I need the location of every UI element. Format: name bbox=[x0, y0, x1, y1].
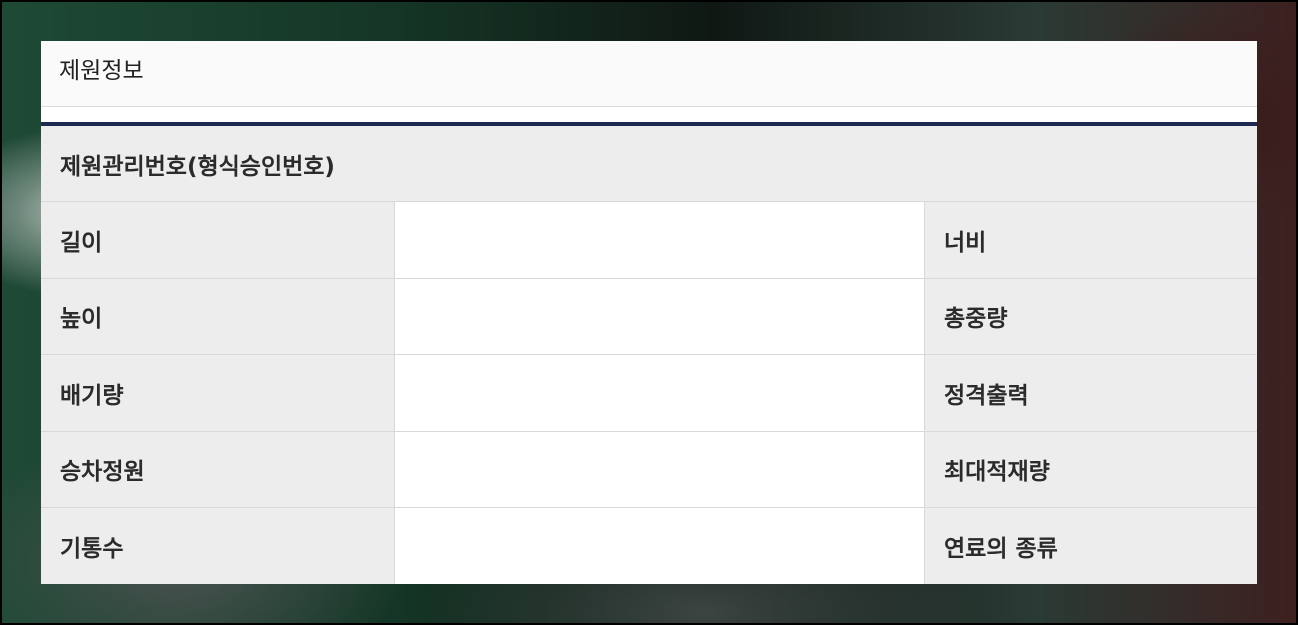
fuel-type-label-cell: 연료의 종류 bbox=[925, 508, 1257, 584]
management-number-row: 제원관리번호(형식승인번호) bbox=[41, 126, 1257, 202]
max-payload-label-cell: 최대적재량 bbox=[925, 431, 1257, 507]
height-label-cell: 높이 bbox=[41, 278, 395, 354]
displacement-label-cell: 배기량 bbox=[41, 355, 395, 431]
cylinders-label-cell: 기통수 bbox=[41, 508, 395, 584]
gross-weight-label-cell: 총중량 bbox=[925, 278, 1257, 354]
width-label-cell: 너비 bbox=[925, 202, 1257, 278]
length-label-cell: 길이 bbox=[41, 202, 395, 278]
rated-output-label: 정격출력 bbox=[944, 382, 1029, 409]
width-label: 너비 bbox=[944, 229, 987, 256]
displacement-label: 배기량 bbox=[60, 382, 124, 409]
cylinders-value bbox=[395, 508, 925, 584]
fuel-type-label: 연료의 종류 bbox=[944, 535, 1058, 562]
table-row: 길이 너비 bbox=[41, 202, 1257, 279]
length-value bbox=[395, 202, 925, 278]
max-payload-label: 최대적재량 bbox=[944, 459, 1050, 486]
table-row: 기통수 연료의 종류 bbox=[41, 508, 1257, 584]
panel-spacer bbox=[41, 107, 1257, 122]
table-row: 높이 총중량 bbox=[41, 278, 1257, 355]
displacement-value bbox=[395, 355, 925, 431]
gross-weight-label: 총중량 bbox=[944, 306, 1008, 333]
table-row: 배기량 정격출력 bbox=[41, 355, 1257, 432]
length-label: 길이 bbox=[60, 229, 103, 256]
panel-title: 제원정보 bbox=[59, 58, 144, 84]
seating-capacity-label-cell: 승차정원 bbox=[41, 431, 395, 507]
seating-capacity-label: 승차정원 bbox=[60, 459, 145, 486]
panel-header: 제원정보 bbox=[41, 41, 1257, 107]
cylinders-label: 기통수 bbox=[60, 535, 124, 562]
spec-table: 제원관리번호(형식승인번호) 길이 너비 높이 총중량 배기량 정격출력 승차정… bbox=[41, 122, 1257, 584]
height-label: 높이 bbox=[60, 306, 103, 333]
rated-output-label-cell: 정격출력 bbox=[925, 355, 1257, 431]
management-number-label: 제원관리번호(형식승인번호) bbox=[60, 153, 335, 180]
table-row: 승차정원 최대적재량 bbox=[41, 431, 1257, 508]
height-value bbox=[395, 278, 925, 354]
spec-info-panel: 제원정보 제원관리번호(형식승인번호) 길이 너비 높이 총중량 배기량 정격출… bbox=[41, 41, 1257, 584]
seating-capacity-value bbox=[395, 431, 925, 507]
